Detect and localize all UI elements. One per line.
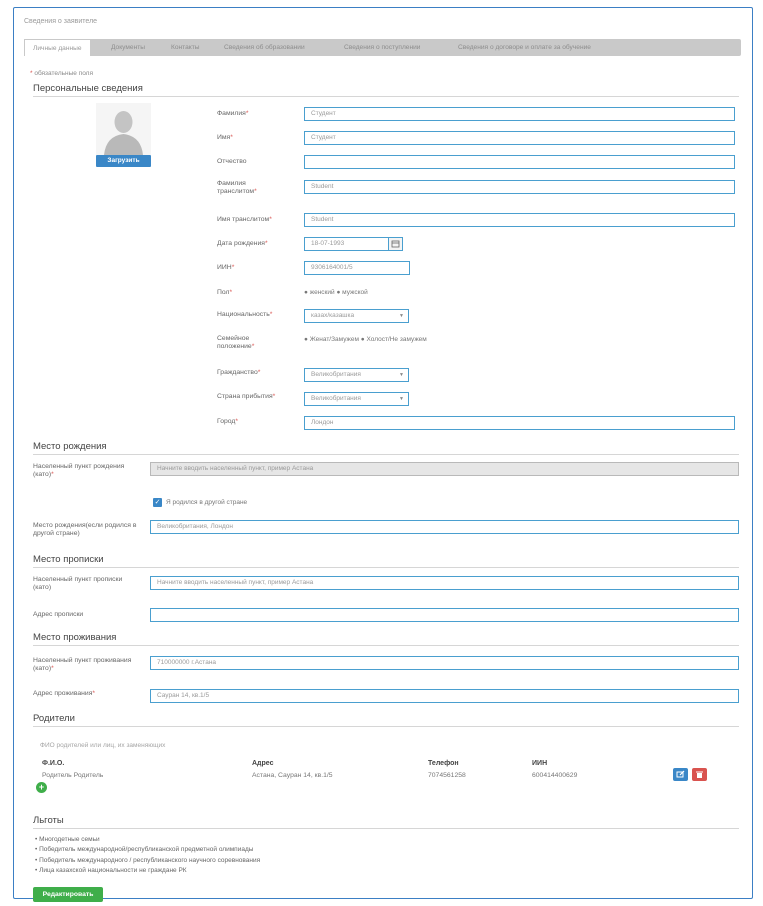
surname-input[interactable]: Студент (304, 107, 735, 121)
city-input[interactable]: Лондон (304, 416, 735, 430)
parents-hint: ФИО родителей или лиц, их заменяющих (40, 742, 166, 749)
tab-contacts[interactable]: Контакты (171, 39, 199, 56)
surname-translit-label: Фамилия транслитом* (217, 180, 257, 195)
pencil-icon (676, 770, 685, 778)
required-note-text: обязательные поля (34, 70, 93, 77)
residence-locality-label: Населенный пункт проживания (като)* (33, 657, 132, 672)
section-divider (33, 567, 739, 568)
iin-input[interactable]: 9306164001/5 (304, 261, 410, 275)
section-divider (33, 96, 739, 97)
gender-radio-group[interactable]: ● женский ● мужской (304, 289, 368, 296)
required-note: * обязательные поля (30, 70, 93, 77)
citizenship-label: Гражданство* (217, 369, 261, 376)
tab-contract[interactable]: Сведения о договоре и оплате за обучение (458, 39, 591, 56)
name-input[interactable]: Студент (304, 131, 735, 145)
tab-admission[interactable]: Сведения о поступлении (344, 39, 420, 56)
abroad-birthplace-input[interactable]: Великобритания, Лондон (150, 520, 739, 534)
section-title-personal: Персональные сведения (33, 83, 143, 94)
benefit-item: • Многодетные семьи (35, 836, 100, 843)
name-translit-input[interactable]: Student (304, 213, 735, 227)
column-header-iin: ИИН (532, 760, 548, 767)
abroad-birthplace-label: Место рождения(если родился в другой стр… (33, 522, 137, 537)
registration-address-label: Адрес прописки (33, 611, 84, 618)
column-header-fio: Ф.И.О. (42, 760, 65, 767)
edit-button[interactable]: Редактировать (33, 887, 103, 902)
trash-icon (696, 771, 703, 778)
tab-documents[interactable]: Документы (111, 39, 145, 56)
benefit-item: • Победитель международного / республика… (35, 857, 261, 864)
marital-radio-group[interactable]: ● Женат/Замужем ● Холост/Не замужем (304, 336, 427, 343)
abroad-checkbox-label: Я родился в другой стране (166, 499, 248, 506)
surname-translit-input[interactable]: Student (304, 180, 735, 194)
section-title-registration: Место прописки (33, 554, 104, 565)
birth-locality-input[interactable]: Начните вводить населенный пункт, пример… (150, 462, 739, 476)
birth-locality-label: Населенный пункт рождения (като)* (33, 463, 125, 478)
arrival-country-select-value: Великобритания (311, 395, 361, 402)
city-label: Город* (217, 418, 239, 425)
chevron-down-icon: ▼ (399, 396, 404, 402)
registration-locality-label: Населенный пункт прописки (като) (33, 576, 123, 591)
edit-parent-button[interactable] (673, 768, 688, 781)
parent-row-fio: Родитель Родитель (42, 772, 104, 779)
column-header-phone: Телефон (428, 760, 459, 767)
benefit-item: • Лица казахской национальности не гражд… (35, 867, 187, 874)
registration-address-input[interactable] (150, 608, 739, 622)
name-translit-label: Имя транслитом* (217, 216, 272, 223)
birthdate-label: Дата рождения* (217, 240, 268, 247)
patronymic-label: Отчество (217, 158, 247, 165)
section-divider (33, 828, 739, 829)
delete-parent-button[interactable] (692, 768, 707, 781)
add-parent-icon[interactable]: + (36, 782, 47, 793)
avatar-placeholder-icon (96, 103, 151, 155)
section-title-benefits: Льготы (33, 815, 64, 826)
iin-label: ИИН* (217, 264, 235, 271)
marital-label: Семейное положение* (217, 335, 255, 350)
nationality-select-value: казах/казашка (311, 312, 355, 319)
parent-row-phone: 7074561258 (428, 772, 466, 779)
required-star: * (30, 70, 33, 77)
section-divider (33, 454, 739, 455)
section-divider (33, 726, 739, 727)
nationality-label: Национальность* (217, 311, 273, 318)
chevron-down-icon: ▼ (399, 372, 404, 378)
patronymic-input[interactable] (304, 155, 735, 169)
chevron-down-icon: ▼ (399, 313, 404, 319)
parent-row-address: Астана, Сауран 14, кв.1/5 (252, 772, 333, 779)
tab-personal[interactable]: Личные данные (24, 39, 91, 56)
benefit-item: • Победитель международной/республиканск… (35, 846, 254, 853)
breadcrumb: Сведения о заявителе (24, 18, 98, 25)
avatar (96, 103, 151, 155)
nationality-select[interactable]: казах/казашка ▼ (304, 309, 409, 323)
name-label: Имя* (217, 134, 233, 141)
arrival-country-label: Страна прибытия* (217, 393, 276, 400)
citizenship-select[interactable]: Великобритания ▼ (304, 368, 409, 382)
gender-label: Пол* (217, 289, 233, 296)
section-title-birthplace: Место рождения (33, 441, 107, 452)
upload-photo-button[interactable]: Загрузить (96, 155, 151, 167)
column-header-address: Адрес (252, 760, 274, 767)
surname-label: Фамилия* (217, 110, 249, 117)
residence-address-label: Адрес проживания* (33, 690, 96, 697)
calendar-icon[interactable] (389, 237, 403, 251)
registration-locality-input[interactable]: Начните вводить населенный пункт, пример… (150, 576, 739, 590)
arrival-country-select[interactable]: Великобритания ▼ (304, 392, 409, 406)
residence-address-input[interactable]: Сауран 14, кв.1/5 (150, 689, 739, 703)
checkbox-icon[interactable]: ✓ (153, 498, 162, 507)
citizenship-select-value: Великобритания (311, 371, 361, 378)
parent-row-iin: 600414400629 (532, 772, 578, 779)
section-divider (33, 645, 739, 646)
residence-locality-input[interactable]: 710000000 г.Астана (150, 656, 739, 670)
section-title-residence: Место проживания (33, 632, 117, 643)
birthdate-input[interactable]: 18-07-1993 (304, 237, 389, 251)
tab-education[interactable]: Сведения об образовании (224, 39, 305, 56)
section-title-parents: Родители (33, 713, 75, 724)
